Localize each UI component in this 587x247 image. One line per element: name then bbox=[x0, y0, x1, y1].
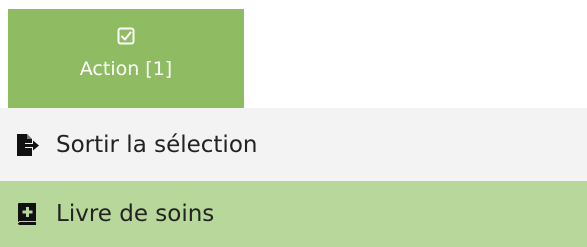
file-export-icon bbox=[17, 133, 39, 156]
action-menu-panel: Action [1] Sortir la sélection Livre de … bbox=[0, 0, 587, 247]
checkbox-checked-icon bbox=[117, 27, 135, 45]
action-dropdown-menu: Sortir la sélection Livre de soins bbox=[0, 108, 587, 247]
menu-item-livre-de-soins[interactable]: Livre de soins bbox=[0, 181, 587, 247]
book-plus-icon bbox=[18, 203, 36, 225]
action-button-label: Action [1] bbox=[79, 58, 173, 80]
menu-item-label: Livre de soins bbox=[56, 201, 215, 227]
action-button[interactable]: Action [1] bbox=[8, 9, 244, 108]
menu-item-label: Sortir la sélection bbox=[56, 131, 258, 158]
menu-item-sortir-selection[interactable]: Sortir la sélection bbox=[0, 108, 587, 181]
